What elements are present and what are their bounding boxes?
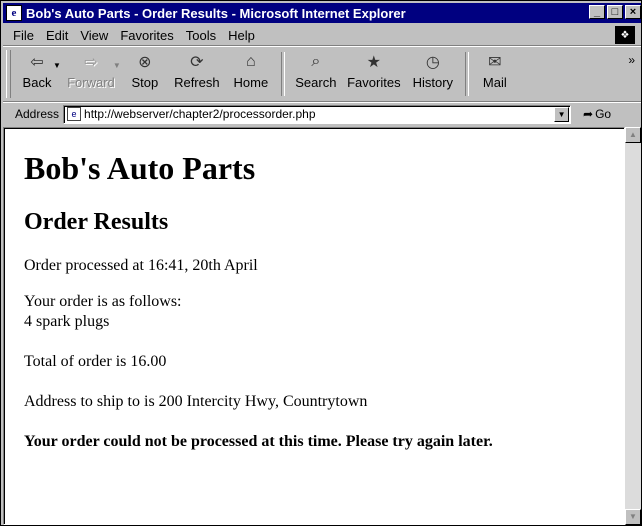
order-details: Your order is as follows: 4 spark plugs bbox=[24, 292, 604, 332]
menu-favorites[interactable]: Favorites bbox=[114, 28, 179, 43]
windows-logo-icon: ❖ bbox=[615, 26, 635, 44]
stop-icon: ⊗ bbox=[138, 54, 152, 71]
page-heading: Bob's Auto Parts bbox=[24, 150, 256, 186]
order-intro-text: Your order is as follows: bbox=[24, 293, 182, 310]
history-label: History bbox=[412, 75, 454, 90]
address-input[interactable]: e http://webserver/chapter2/processorder… bbox=[63, 104, 572, 124]
refresh-button[interactable]: ⟳ Refresh bbox=[167, 47, 227, 99]
favorites-icon: ★ bbox=[366, 54, 382, 71]
scroll-up-button[interactable]: ▲ bbox=[625, 127, 641, 143]
page-icon: e bbox=[67, 107, 82, 121]
history-button[interactable]: ◷ History bbox=[407, 47, 459, 99]
maximize-button[interactable]: □ bbox=[607, 5, 623, 19]
page-content: Bob's Auto Parts Order Results Order pro… bbox=[3, 127, 625, 525]
toolbar-separator bbox=[464, 52, 469, 96]
go-arrow-icon: ➦ bbox=[583, 107, 594, 121]
browser-window: e Bob's Auto Parts - Order Results - Mic… bbox=[0, 0, 642, 526]
menu-help[interactable]: Help bbox=[222, 28, 261, 43]
home-icon: ⌂ bbox=[246, 53, 256, 70]
shipping-address-text: Address to ship to is 200 Intercity Hwy,… bbox=[24, 393, 368, 410]
go-label: Go bbox=[595, 107, 612, 121]
address-dropdown-button[interactable]: ▼ bbox=[554, 106, 570, 122]
toolbar-overflow-icon[interactable]: » bbox=[628, 53, 635, 67]
mail-label: Mail bbox=[482, 75, 507, 90]
refresh-label: Refresh bbox=[174, 75, 220, 90]
favorites-button[interactable]: ★ Favorites bbox=[341, 47, 407, 99]
go-button[interactable]: ➦ Go bbox=[583, 107, 611, 121]
title-bar[interactable]: e Bob's Auto Parts - Order Results - Mic… bbox=[3, 3, 641, 23]
window-controls: _ □ × bbox=[589, 5, 641, 19]
toolbar-separator bbox=[280, 52, 285, 96]
menu-view[interactable]: View bbox=[74, 28, 114, 43]
standard-toolbar: ⇦ Back ▼ ⇨ Forward ▼ ⊗ Stop ⟳ Refresh ⌂ … bbox=[3, 47, 641, 102]
menu-bar: File Edit View Favorites Tools Help ❖ bbox=[3, 25, 641, 46]
forward-label: Forward bbox=[67, 75, 115, 90]
address-url: http://webserver/chapter2/processorder.p… bbox=[84, 107, 316, 121]
processed-time-text: Order processed at 16:41, 20th April bbox=[24, 257, 258, 274]
history-icon: ◷ bbox=[425, 54, 440, 71]
forward-button[interactable]: ⇨ Forward bbox=[63, 47, 119, 99]
error-message-text: Your order could not be processed at thi… bbox=[24, 433, 493, 450]
scroll-down-button[interactable]: ▼ bbox=[625, 509, 641, 525]
address-bar: Address e http://webserver/chapter2/proc… bbox=[3, 103, 641, 125]
vertical-scrollbar[interactable]: ▲ ▼ bbox=[625, 127, 641, 525]
toolbar-grip[interactable] bbox=[6, 50, 11, 98]
search-label: Search bbox=[295, 75, 337, 90]
back-dropdown-icon[interactable]: ▼ bbox=[53, 61, 61, 70]
home-label: Home bbox=[233, 75, 269, 90]
back-label: Back bbox=[22, 75, 52, 90]
order-total-text: Total of order is 16.00 bbox=[24, 353, 167, 370]
menu-tools[interactable]: Tools bbox=[180, 28, 222, 43]
address-label: Address bbox=[15, 107, 60, 121]
stop-label: Stop bbox=[131, 75, 159, 90]
back-arrow-icon: ⇦ bbox=[30, 54, 44, 71]
page-subheading: Order Results bbox=[24, 209, 169, 235]
mail-icon: ✉ bbox=[488, 54, 502, 71]
refresh-icon: ⟳ bbox=[190, 54, 204, 71]
menu-edit[interactable]: Edit bbox=[40, 28, 74, 43]
favorites-label: Favorites bbox=[347, 75, 401, 90]
search-icon: ⌕ bbox=[311, 53, 321, 70]
window-title: Bob's Auto Parts - Order Results - Micro… bbox=[26, 5, 406, 21]
forward-arrow-icon: ⇨ bbox=[84, 54, 98, 71]
ie-logo-icon: e bbox=[6, 5, 22, 21]
close-button[interactable]: × bbox=[625, 5, 641, 19]
mail-button[interactable]: ✉ Mail bbox=[475, 47, 515, 99]
minimize-button[interactable]: _ bbox=[589, 5, 605, 19]
stop-button[interactable]: ⊗ Stop bbox=[123, 47, 167, 99]
search-button[interactable]: ⌕ Search bbox=[291, 47, 341, 99]
home-button[interactable]: ⌂ Home bbox=[227, 47, 275, 99]
forward-dropdown-icon[interactable]: ▼ bbox=[113, 61, 121, 70]
menu-file[interactable]: File bbox=[7, 28, 40, 43]
order-item-text: 4 spark plugs bbox=[24, 313, 110, 330]
back-button[interactable]: ⇦ Back bbox=[15, 47, 59, 99]
